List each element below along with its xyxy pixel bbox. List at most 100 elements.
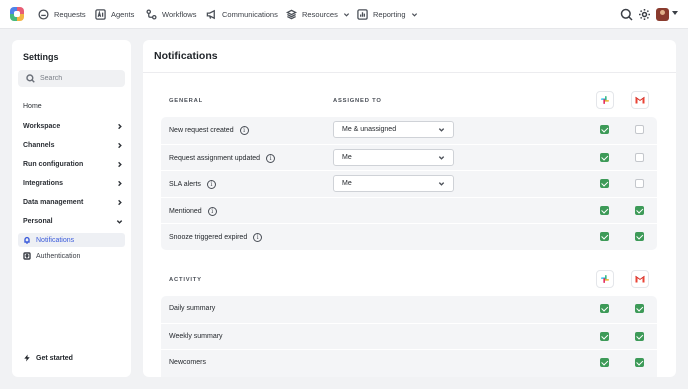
agents-icon <box>95 9 106 20</box>
notification-name: Snooze triggered expired <box>169 234 248 241</box>
chevron-right-icon <box>118 180 122 186</box>
slack-checkbox[interactable] <box>600 358 609 367</box>
sidebar-item-notifications[interactable]: Notifications <box>18 233 125 247</box>
row-label-wrap: Snooze triggered expired i <box>169 233 263 242</box>
gmail-checkbox[interactable] <box>635 332 644 341</box>
sidebar-item-label: Home <box>23 102 42 110</box>
sidebar-item-label: Workspace <box>23 122 61 130</box>
nav-reporting[interactable]: Reporting <box>357 8 418 21</box>
gmail-checkbox[interactable] <box>635 179 644 188</box>
slack-checkbox[interactable] <box>600 153 609 162</box>
nav-agents-label: Agents <box>111 10 135 19</box>
row-label-wrap: Mentioned i <box>169 207 217 216</box>
chevron-down-icon <box>438 182 445 186</box>
bell-icon <box>24 236 30 244</box>
assigned-to-select[interactable]: Me <box>333 149 454 166</box>
sidebar-item-workspace[interactable]: Workspace <box>23 120 123 132</box>
table-row: Snooze triggered expired i <box>161 223 657 249</box>
notification-name: SLA alerts <box>169 181 201 188</box>
sidebar-search[interactable] <box>18 70 125 87</box>
app-logo[interactable] <box>10 7 24 21</box>
gmail-checkbox[interactable] <box>635 232 644 241</box>
sidebar-item-label: Notifications <box>36 236 75 244</box>
notifications-panel: Notifications GENERAL ASSIGNED TO New re… <box>143 40 676 377</box>
gmail-checkbox[interactable] <box>635 304 644 313</box>
nav-communications[interactable]: Communications <box>206 8 278 21</box>
sidebar-item-label: Integrations <box>23 179 64 187</box>
gmail-column-header <box>631 270 649 288</box>
sidebar-item-label: Run configuration <box>23 160 84 168</box>
table-row: New request created i Me & unassigned <box>161 117 657 143</box>
chevron-down-icon <box>343 13 349 17</box>
chevron-right-icon <box>118 199 122 205</box>
table-row: Daily summary <box>161 296 657 322</box>
info-icon[interactable]: i <box>207 207 217 216</box>
assigned-to-value: Me <box>342 154 352 161</box>
activity-rows: Daily summary Weekly summary Newcomers <box>161 296 657 377</box>
general-section-label: GENERAL <box>169 98 203 104</box>
slack-checkbox[interactable] <box>600 125 609 134</box>
row-label-wrap: Newcomers <box>169 359 206 366</box>
info-icon[interactable]: i <box>266 154 276 163</box>
avatar[interactable] <box>656 8 669 21</box>
divider <box>143 72 676 73</box>
slack-checkbox[interactable] <box>600 232 609 241</box>
nav-requests[interactable]: Requests <box>38 8 86 21</box>
slack-checkbox[interactable] <box>600 179 609 188</box>
sidebar-item-data-management[interactable]: Data management <box>23 196 123 208</box>
slack-checkbox[interactable] <box>600 206 609 215</box>
top-nav: Requests Agents Workflows Communications… <box>0 0 688 29</box>
requests-icon <box>38 9 49 20</box>
nav-workflows[interactable]: Workflows <box>146 8 196 21</box>
nav-reporting-label: Reporting <box>373 10 406 19</box>
info-icon[interactable]: i <box>239 126 249 135</box>
chevron-right-icon <box>118 123 122 129</box>
settings-button[interactable] <box>638 8 651 21</box>
nav-agents[interactable]: Agents <box>95 8 134 21</box>
assigned-to-select[interactable]: Me <box>333 175 454 192</box>
assigned-to-select[interactable]: Me & unassigned <box>333 121 454 138</box>
assigned-to-value: Me <box>342 180 352 187</box>
activity-section-label: ACTIVITY <box>169 277 202 283</box>
table-row: SLA alerts i Me <box>161 170 657 196</box>
nav-workflows-label: Workflows <box>162 10 197 19</box>
gmail-checkbox[interactable] <box>635 358 644 367</box>
row-label-wrap: Weekly summary <box>169 333 223 340</box>
gmail-icon <box>635 96 645 104</box>
general-rows: New request created i Me & unassigned Re… <box>161 117 657 250</box>
sidebar-item-run-configuration[interactable]: Run configuration <box>23 158 123 170</box>
slack-checkbox[interactable] <box>600 332 609 341</box>
nav-requests-label: Requests <box>54 10 86 19</box>
get-started-button[interactable]: Get started <box>23 354 73 362</box>
notification-name: Daily summary <box>169 305 216 312</box>
sidebar-item-label: Data management <box>23 198 84 206</box>
notification-name: Request assignment updated <box>169 155 261 162</box>
chevron-down-icon <box>438 128 445 132</box>
info-icon[interactable]: i <box>206 180 216 189</box>
gmail-checkbox[interactable] <box>635 153 644 162</box>
page-title: Notifications <box>154 50 218 62</box>
search-button[interactable] <box>620 8 633 21</box>
search-input[interactable] <box>40 75 120 82</box>
assigned-to-label: ASSIGNED TO <box>333 98 382 104</box>
gmail-icon <box>635 275 645 283</box>
get-started-label: Get started <box>36 354 73 362</box>
slack-checkbox[interactable] <box>600 304 609 313</box>
gmail-checkbox[interactable] <box>635 125 644 134</box>
sidebar-item-home[interactable]: Home <box>23 100 123 112</box>
table-row: Request assignment updated i Me <box>161 144 657 170</box>
sidebar-item-personal[interactable]: Personal <box>23 215 123 227</box>
avatar-dropdown-icon[interactable] <box>672 11 678 15</box>
gmail-checkbox[interactable] <box>635 206 644 215</box>
sidebar-item-authentication[interactable]: Authentication <box>18 249 125 263</box>
sidebar-item-channels[interactable]: Channels <box>23 139 123 151</box>
search-icon <box>620 8 633 21</box>
info-icon[interactable]: i <box>253 233 263 242</box>
nav-resources[interactable]: Resources <box>286 8 350 21</box>
sidebar-item-integrations[interactable]: Integrations <box>23 177 123 189</box>
slack-column-header <box>596 91 614 109</box>
gmail-column-header <box>631 91 649 109</box>
row-label-wrap: Request assignment updated i <box>169 154 276 163</box>
nav-communications-label: Communications <box>222 10 278 19</box>
sidebar-title: Settings <box>23 52 59 62</box>
